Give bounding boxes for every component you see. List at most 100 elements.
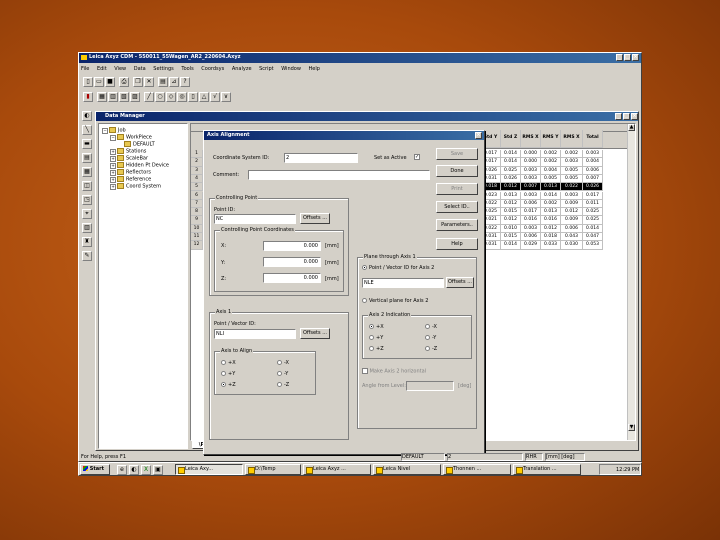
vertical-scrollbar[interactable]: ▲ ▼ xyxy=(627,124,635,440)
table-cell[interactable]: 0.003 xyxy=(521,166,541,175)
row-number[interactable]: 5 xyxy=(191,183,203,192)
menu-analyze[interactable]: Analyze xyxy=(232,66,252,72)
table-cell[interactable]: 0.005 xyxy=(561,174,583,184)
table-cell[interactable]: 0.007 xyxy=(583,174,603,184)
table-cell[interactable]: 0.000 xyxy=(521,150,541,159)
done-button[interactable]: Done xyxy=(436,165,478,177)
tool-9-icon[interactable]: ▥ xyxy=(82,223,92,233)
taskbar-item[interactable]: D:\Temp xyxy=(245,464,301,475)
select-id-button[interactable]: Select ID.. xyxy=(436,201,478,213)
axis-to-align-radio[interactable] xyxy=(277,382,282,387)
menu-view[interactable]: View xyxy=(114,66,126,72)
table-cell[interactable]: 0.002 xyxy=(541,199,561,209)
axis-to-align-radio[interactable] xyxy=(221,371,226,376)
tool-10-icon[interactable]: ♜ xyxy=(82,237,92,247)
set-as-active-checkbox[interactable]: ✓ xyxy=(414,154,420,160)
help-button[interactable]: Help xyxy=(436,238,478,250)
sphere-icon[interactable]: ◎ xyxy=(177,92,187,102)
table-cell[interactable]: 0.006 xyxy=(561,224,583,233)
menu-edit[interactable]: Edit xyxy=(97,66,107,72)
chart-icon[interactable]: ▥ xyxy=(108,92,118,102)
row-number[interactable]: 4 xyxy=(191,174,203,184)
grid-column-header[interactable]: RMS X xyxy=(561,130,583,148)
table-cell[interactable]: 0.033 xyxy=(541,241,561,250)
menu-coordsys[interactable]: Coordsys xyxy=(201,66,224,72)
quick-launch-ie-icon[interactable]: e xyxy=(117,465,127,475)
tool-8-icon[interactable]: ⌖ xyxy=(82,209,92,219)
tree-item[interactable]: + Reference xyxy=(110,176,151,183)
point-id-input[interactable]: NC xyxy=(214,214,296,224)
delete-icon[interactable]: ✕ xyxy=(144,77,154,87)
table-cell[interactable]: 0.047 xyxy=(583,233,603,242)
table-cell[interactable]: 0.003 xyxy=(521,224,541,233)
table-cell[interactable]: 0.011 xyxy=(583,199,603,209)
close-button[interactable]: × xyxy=(632,54,639,61)
vector-icon[interactable]: ∨ xyxy=(221,92,231,102)
cone-icon[interactable]: △ xyxy=(199,92,209,102)
table-cell[interactable]: 0.015 xyxy=(501,233,521,242)
print-icon[interactable]: ⎙ xyxy=(119,77,129,87)
table-cell[interactable]: 0.006 xyxy=(583,166,603,175)
row-number[interactable]: 12 xyxy=(191,241,203,250)
axis2-radio[interactable] xyxy=(425,324,430,329)
table-cell[interactable]: 0.002 xyxy=(541,150,561,159)
tool-7-icon[interactable]: ◳ xyxy=(82,195,92,205)
axis1-offsets-button[interactable]: Offsets ... xyxy=(300,328,330,339)
table-cell[interactable]: 0.016 xyxy=(541,216,561,225)
start-button[interactable]: Start xyxy=(80,464,110,475)
axis-to-align-option[interactable]: +Z xyxy=(221,382,236,388)
table-cell[interactable]: 0.043 xyxy=(561,233,583,242)
table-cell[interactable]: 0.009 xyxy=(561,216,583,225)
table-cell[interactable]: 0.014 xyxy=(501,241,521,250)
table-cell[interactable]: 0.010 xyxy=(501,224,521,233)
save-icon[interactable]: ■ xyxy=(105,77,115,87)
quick-launch-desktop-icon[interactable]: ▣ xyxy=(153,465,163,475)
axis-to-align-option[interactable]: -Y xyxy=(277,371,288,377)
table-cell[interactable]: 0.053 xyxy=(583,241,603,250)
table-cell[interactable]: 0.003 xyxy=(521,191,541,200)
plane-offsets-button[interactable]: Offsets ... xyxy=(446,277,474,288)
row-number[interactable]: 10 xyxy=(191,224,203,233)
table-cell[interactable]: 0.013 xyxy=(541,183,561,192)
axis-to-align-radio[interactable] xyxy=(277,360,282,365)
tool-11-icon[interactable]: ✎ xyxy=(82,251,92,261)
maximize-button[interactable]: □ xyxy=(624,54,631,61)
table-cell[interactable]: 0.006 xyxy=(521,233,541,242)
table-cell[interactable]: 0.026 xyxy=(583,183,603,192)
table-cell[interactable]: 0.014 xyxy=(501,158,521,167)
table-cell[interactable]: 0.030 xyxy=(561,241,583,250)
table-cell[interactable]: 0.012 xyxy=(501,216,521,225)
print-button[interactable]: Print xyxy=(436,183,478,195)
axis2-radio[interactable] xyxy=(369,324,374,329)
row-number[interactable]: 6 xyxy=(191,191,203,200)
table-cell[interactable]: 0.017 xyxy=(521,208,541,217)
table-cell[interactable]: 0.025 xyxy=(583,216,603,225)
grid-column-header[interactable]: Total RMS xyxy=(583,130,603,148)
dm-minimize-button[interactable]: _ xyxy=(615,113,622,120)
menu-tools[interactable]: Tools xyxy=(181,66,193,72)
axis-to-align-option[interactable]: +X xyxy=(221,360,236,366)
comment-input[interactable] xyxy=(248,170,430,180)
menu-script[interactable]: Script xyxy=(259,66,274,72)
plane-opt2[interactable]: Vertical plane for Axis 2 xyxy=(362,298,428,304)
axis2-option[interactable]: +Z xyxy=(369,346,384,352)
table-cell[interactable]: 0.002 xyxy=(561,150,583,159)
taskbar-item[interactable]: Leica Nivel xyxy=(373,464,441,475)
scroll-up-button[interactable]: ▲ xyxy=(628,124,635,131)
table-cell[interactable]: 0.003 xyxy=(561,158,583,167)
tool-5-icon[interactable]: ▦ xyxy=(82,167,92,177)
axis-to-align-option[interactable]: -X xyxy=(277,360,289,366)
axis2-option[interactable]: -Z xyxy=(425,346,437,352)
axis2-radio[interactable] xyxy=(369,346,374,351)
row-number[interactable]: 11 xyxy=(191,233,203,242)
line-icon[interactable]: ╱ xyxy=(144,92,154,102)
tool-1-icon[interactable]: ◐ xyxy=(82,111,92,121)
x-input[interactable]: 0.000 xyxy=(263,241,321,251)
axis-to-align-radio[interactable] xyxy=(221,382,226,387)
axis2-radio[interactable] xyxy=(425,346,430,351)
tool-3-icon[interactable]: ▬ xyxy=(82,139,92,149)
tool-4-icon[interactable]: ▤ xyxy=(82,153,92,163)
table-cell[interactable]: 0.012 xyxy=(541,224,561,233)
z-input[interactable]: 0.000 xyxy=(263,273,321,283)
menu-settings[interactable]: Settings xyxy=(153,66,174,72)
